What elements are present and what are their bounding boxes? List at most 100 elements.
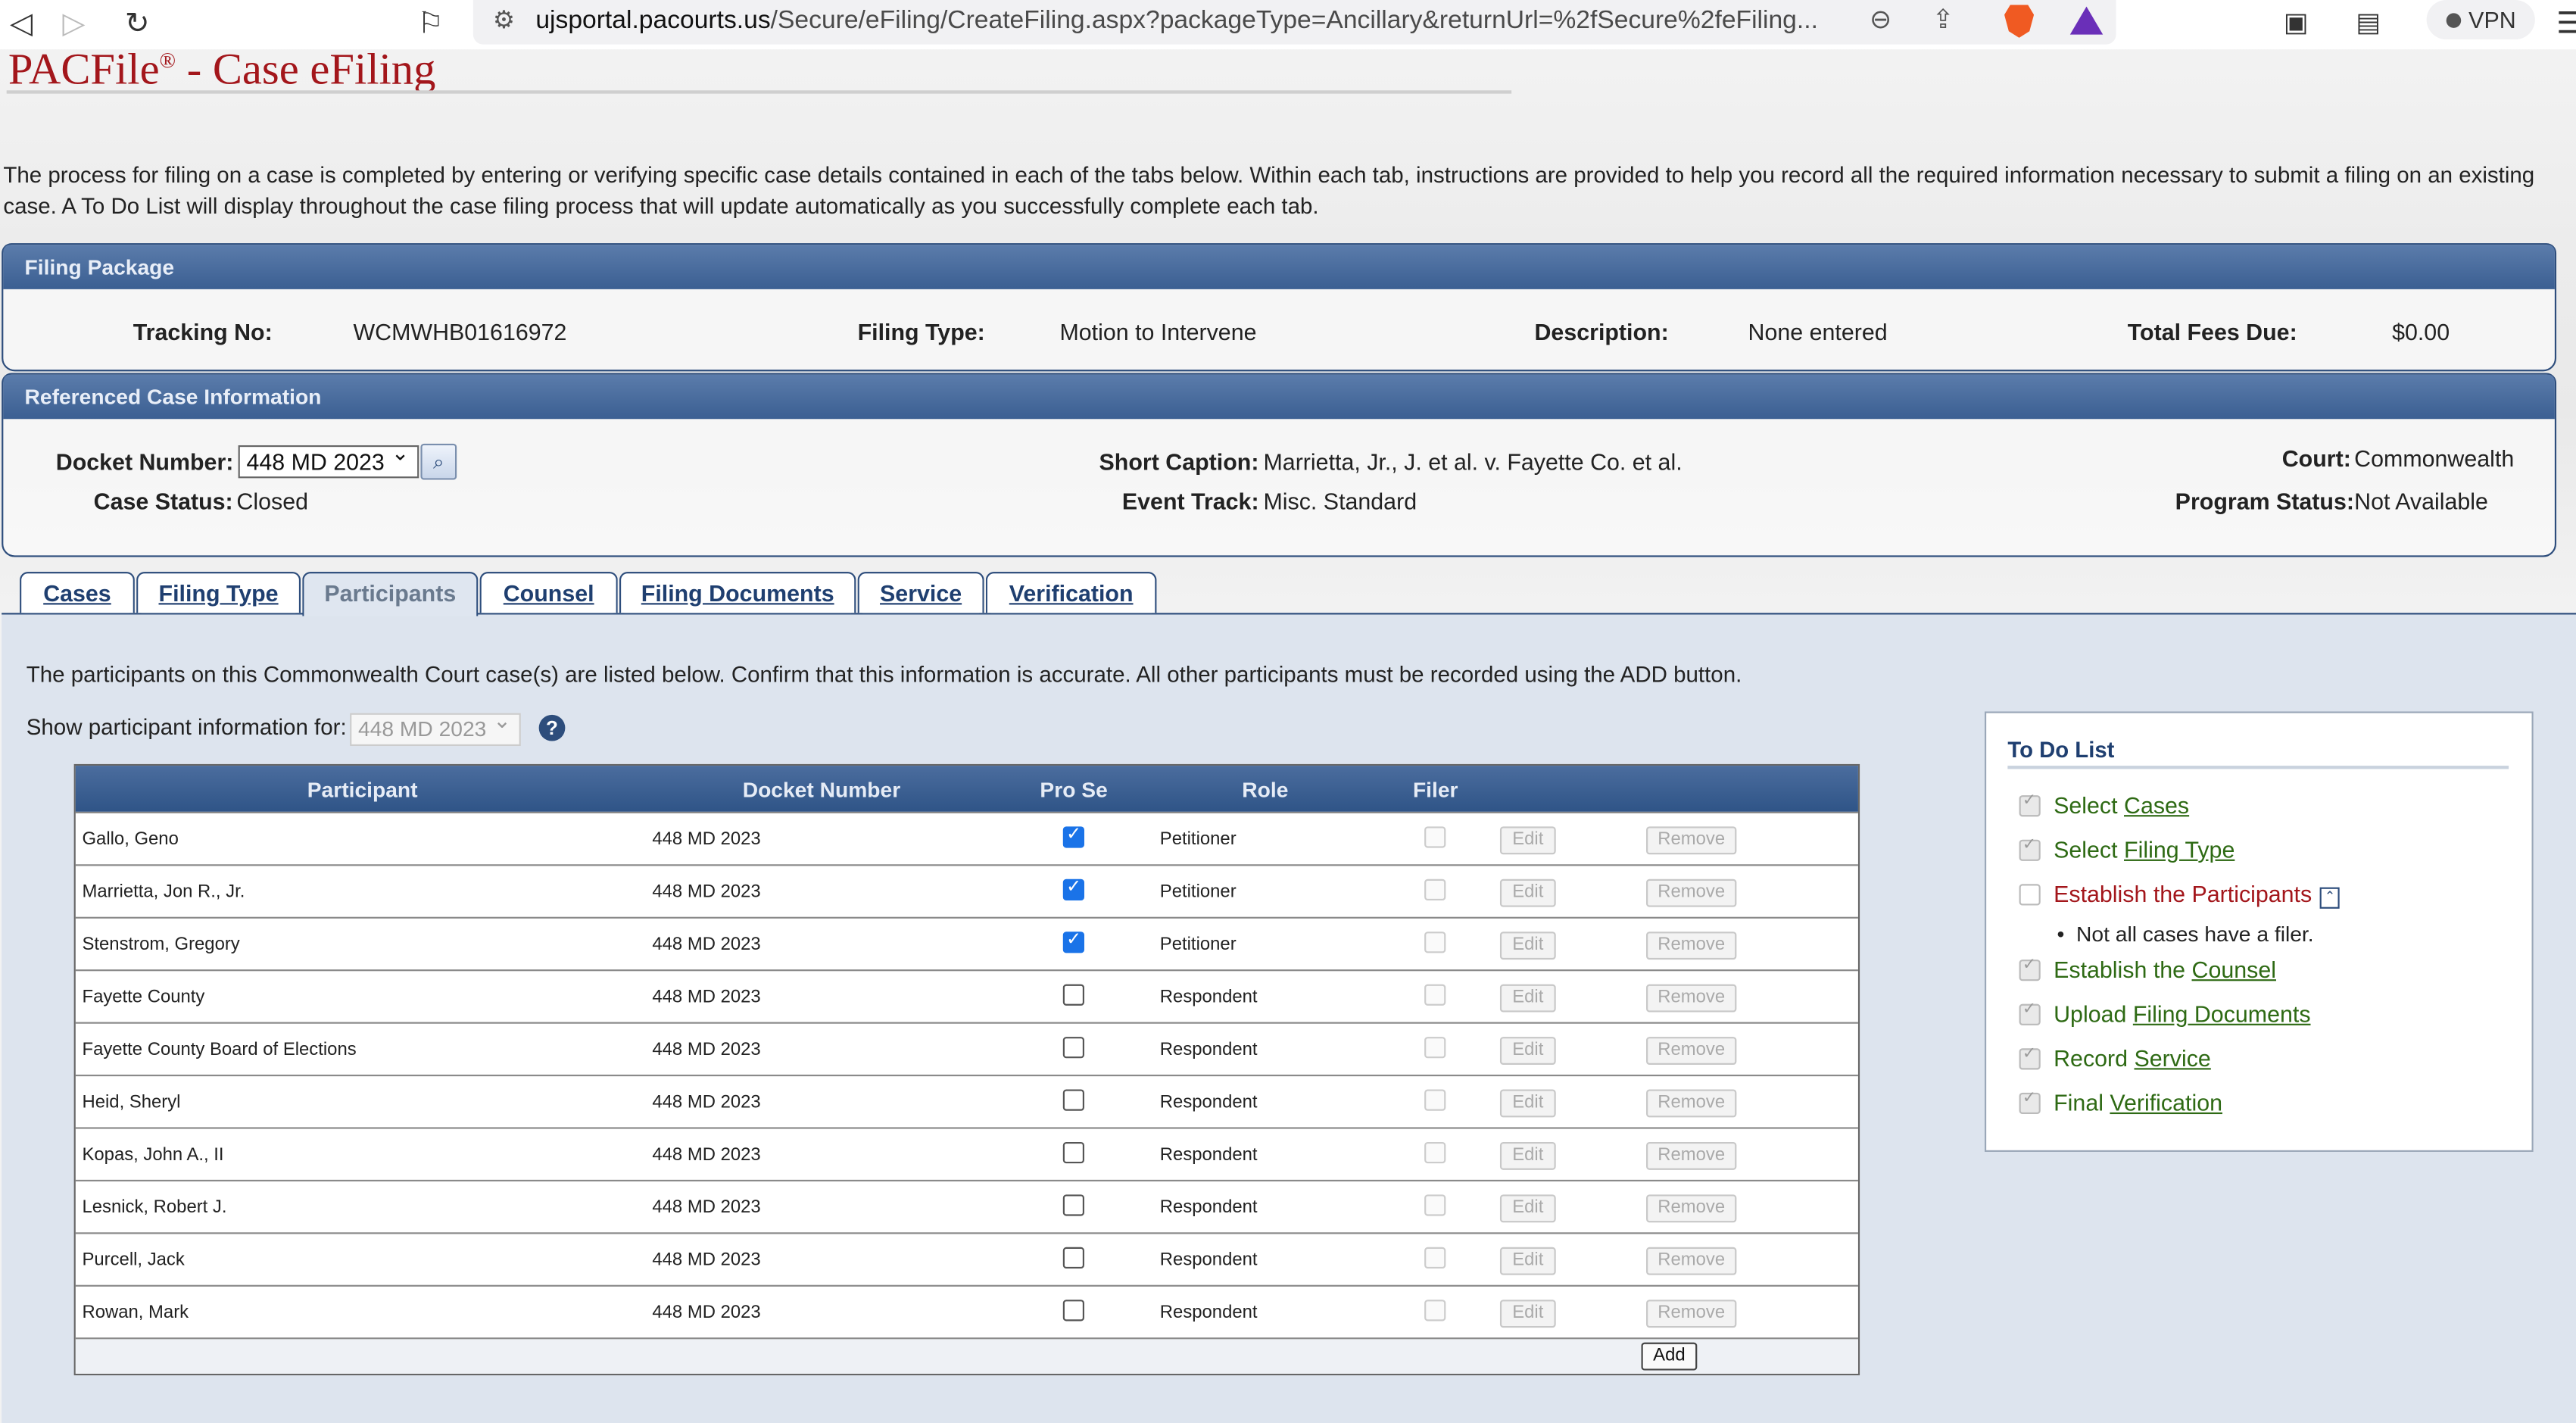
site-info-icon[interactable]: ⚙ xyxy=(493,5,515,35)
address-bar[interactable]: ⚙ ujsportal.pacourts.us/Secure/eFiling/C… xyxy=(472,0,2116,45)
remove-button[interactable]: Remove xyxy=(1646,1037,1737,1065)
todo-checkbox xyxy=(2019,1000,2041,1025)
participant-docket: 448 MD 2023 xyxy=(652,829,761,850)
remove-button[interactable]: Remove xyxy=(1646,1247,1737,1275)
referenced-case-header: Referenced Case Information xyxy=(3,374,2555,420)
collapse-icon[interactable]: ⌃ xyxy=(2320,887,2341,909)
vpn-button[interactable]: VPN xyxy=(2426,0,2535,40)
tab-verification[interactable]: Verification xyxy=(985,572,1157,613)
show-participant-select[interactable]: 448 MD 2023 xyxy=(350,708,521,747)
edit-button[interactable]: Edit xyxy=(1499,1300,1556,1328)
filer-checkbox[interactable] xyxy=(1424,826,1446,848)
edit-button[interactable]: Edit xyxy=(1499,1194,1556,1223)
todo-divider xyxy=(2007,766,2509,769)
tracking-value: WCMWHB01616972 xyxy=(353,318,567,345)
filer-checkbox[interactable] xyxy=(1424,1194,1446,1216)
todo-item-link[interactable]: Cases xyxy=(2124,792,2189,819)
todo-item-link[interactable]: Filing Type xyxy=(2124,836,2235,863)
table-row: Lesnick, Robert J. 448 MD 2023 Respondent E… xyxy=(75,1179,1858,1232)
tab-service[interactable]: Service xyxy=(857,572,984,613)
tracking-label: Tracking No: xyxy=(133,318,273,345)
participant-role: Respondent xyxy=(1159,1040,1258,1060)
pro-se-checkbox[interactable] xyxy=(1062,1037,1085,1059)
pro-se-checkbox[interactable] xyxy=(1062,1089,1085,1111)
menu-icon[interactable]: ☰ xyxy=(2556,7,2576,42)
todo-item-text: Record xyxy=(2054,1044,2135,1072)
table-row: Kopas, John A., II 448 MD 2023 Respondent E… xyxy=(75,1127,1858,1179)
add-participant-button[interactable]: Add xyxy=(1641,1342,1698,1371)
zoom-icon[interactable]: ⊖ xyxy=(1870,3,1891,34)
filer-checkbox[interactable] xyxy=(1424,932,1446,953)
edit-button[interactable]: Edit xyxy=(1499,1141,1556,1170)
filer-checkbox[interactable] xyxy=(1424,1247,1446,1269)
filing-type-label: Filing Type: xyxy=(857,318,985,345)
edit-button[interactable]: Edit xyxy=(1499,1037,1556,1065)
show-participant-label: Show participant information for: xyxy=(26,714,347,740)
edit-button[interactable]: Edit xyxy=(1499,1247,1556,1275)
todo-item-link[interactable]: Service xyxy=(2135,1045,2211,1072)
table-row: Fayette County 448 MD 2023 Respondent Edit R… xyxy=(75,969,1858,1022)
participant-role: Petitioner xyxy=(1159,935,1237,955)
pro-se-checkbox[interactable] xyxy=(1062,1141,1085,1164)
filer-checkbox[interactable] xyxy=(1424,1037,1446,1059)
docket-lookup-icon[interactable]: ⌕ xyxy=(420,443,457,480)
edit-button[interactable]: Edit xyxy=(1499,826,1556,855)
participant-role: Respondent xyxy=(1159,1197,1258,1218)
remove-button[interactable]: Remove xyxy=(1646,1300,1737,1328)
filer-checkbox[interactable] xyxy=(1424,984,1446,1006)
participant-role: Petitioner xyxy=(1159,829,1237,850)
edit-button[interactable]: Edit xyxy=(1499,984,1556,1013)
remove-button[interactable]: Remove xyxy=(1646,878,1737,907)
docket-select[interactable]: 448 MD 2023 xyxy=(238,440,419,479)
participant-docket: 448 MD 2023 xyxy=(652,882,761,903)
pro-se-checkbox[interactable] xyxy=(1062,928,1085,953)
referenced-case-panel: Referenced Case Information Docket Numbe… xyxy=(2,373,2557,557)
edit-button[interactable]: Edit xyxy=(1499,1089,1556,1118)
short-caption-label: Short Caption: xyxy=(1099,448,1259,476)
pro-se-checkbox[interactable] xyxy=(1062,1247,1085,1269)
filer-checkbox[interactable] xyxy=(1424,1141,1446,1164)
pro-se-checkbox[interactable] xyxy=(1062,823,1085,848)
share-icon[interactable]: ⇪ xyxy=(1932,3,1954,34)
pro-se-checkbox[interactable] xyxy=(1062,1194,1085,1216)
remove-button[interactable]: Remove xyxy=(1646,826,1737,855)
tab-participants[interactable]: Participants xyxy=(302,572,479,616)
wallet-icon[interactable]: ▤ xyxy=(2356,7,2381,38)
participant-role: Respondent xyxy=(1159,1250,1258,1271)
table-row: Rowan, Mark 448 MD 2023 Respondent Edit Remo… xyxy=(75,1284,1858,1337)
remove-button[interactable]: Remove xyxy=(1646,1194,1737,1223)
help-icon[interactable]: ? xyxy=(538,714,566,741)
pro-se-checkbox[interactable] xyxy=(1062,1300,1085,1322)
filer-checkbox[interactable] xyxy=(1424,878,1446,900)
remove-button[interactable]: Remove xyxy=(1646,932,1737,960)
todo-title: To Do List xyxy=(2007,738,2115,763)
table-row: Stenstrom, Gregory 448 MD 2023 Petitioner E… xyxy=(75,916,1858,969)
todo-note: • Not all cases have a filer. xyxy=(2057,922,2314,947)
edit-button[interactable]: Edit xyxy=(1499,878,1556,907)
remove-button[interactable]: Remove xyxy=(1646,1141,1737,1170)
todo-checkbox xyxy=(2019,792,2041,817)
todo-item-link[interactable]: Filing Documents xyxy=(2133,1000,2311,1027)
filer-checkbox[interactable] xyxy=(1424,1300,1446,1322)
tab-filing-documents[interactable]: Filing Documents xyxy=(619,572,856,613)
tab-filing-type[interactable]: Filing Type xyxy=(136,572,301,613)
table-row: Gallo, Geno 448 MD 2023 Petitioner Edit Remo… xyxy=(75,811,1858,864)
participant-role: Respondent xyxy=(1159,1145,1258,1166)
sidebar-icon[interactable]: ▣ xyxy=(2284,7,2309,38)
edit-button[interactable]: Edit xyxy=(1499,932,1556,960)
todo-item-link[interactable]: Verification xyxy=(2110,1090,2222,1116)
tab-counsel[interactable]: Counsel xyxy=(479,572,618,613)
participant-docket: 448 MD 2023 xyxy=(652,987,761,1008)
participant-docket: 448 MD 2023 xyxy=(652,1092,761,1112)
participants-instructions: The participants on this Commonwealth Co… xyxy=(26,662,1742,687)
remove-button[interactable]: Remove xyxy=(1646,984,1737,1013)
table-body: Gallo, Geno 448 MD 2023 Petitioner Edit Remo… xyxy=(75,811,1858,1337)
todo-item-link[interactable]: Counsel xyxy=(2192,956,2276,983)
participant-role: Respondent xyxy=(1159,1092,1258,1112)
pro-se-checkbox[interactable] xyxy=(1062,875,1085,900)
filer-checkbox[interactable] xyxy=(1424,1089,1446,1111)
brave-rewards-icon[interactable] xyxy=(2069,6,2104,35)
pro-se-checkbox[interactable] xyxy=(1062,984,1085,1006)
tab-cases[interactable]: Cases xyxy=(20,572,135,613)
remove-button[interactable]: Remove xyxy=(1646,1089,1737,1118)
